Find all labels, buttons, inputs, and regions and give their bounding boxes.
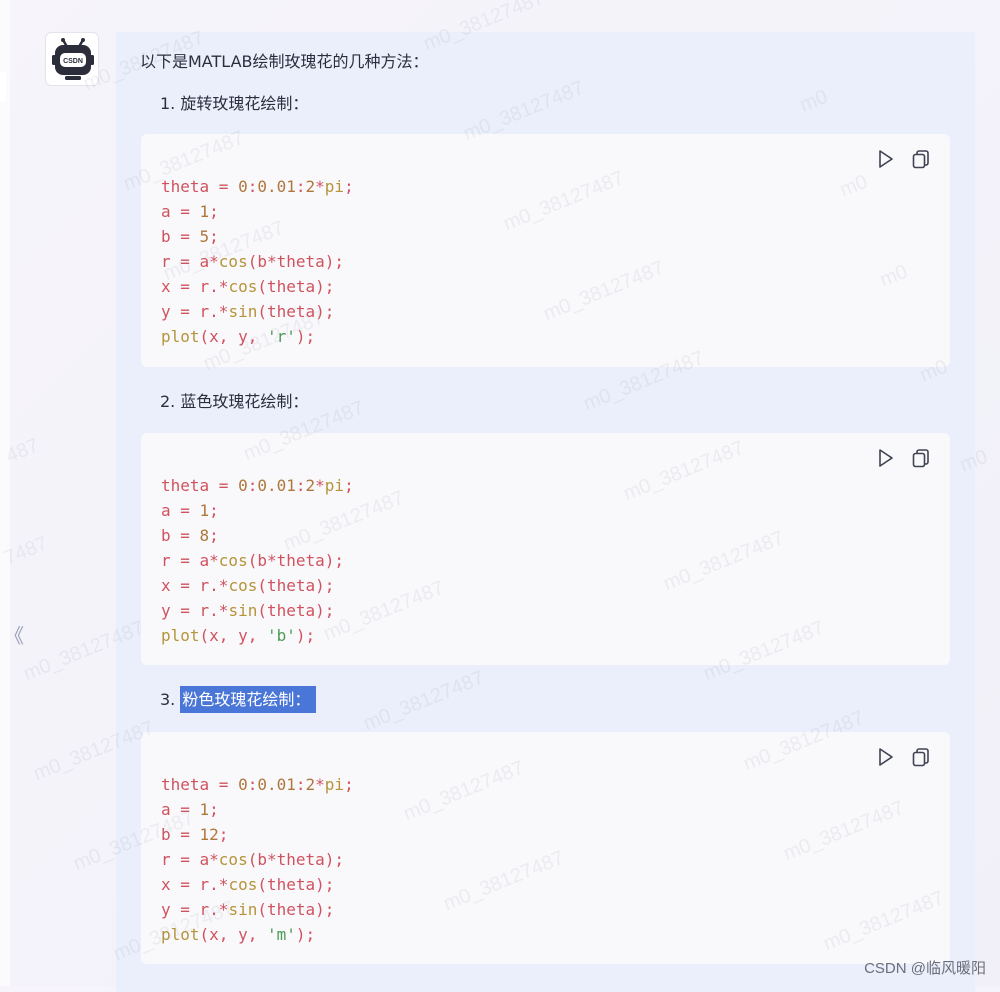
list-item-number: 2. — [160, 392, 181, 411]
sidebar-notch — [0, 72, 6, 102]
csdn-author-credit: CSDN @临风暖阳 — [864, 960, 986, 977]
list-item-number: 3. — [160, 690, 181, 709]
list-item-number: 1. — [160, 94, 181, 113]
copy-icon[interactable] — [910, 447, 932, 469]
code-content: theta = 0:0.01:2*pi; a = 1; b = 5; r = a… — [161, 177, 354, 346]
message-intro: 以下是MATLAB绘制玫瑰花的几种方法： — [140, 52, 429, 71]
play-icon[interactable] — [874, 148, 896, 170]
code-block-1: theta = 0:0.01:2*pi; a = 1; b = 5; r = a… — [141, 134, 950, 367]
copy-icon[interactable] — [910, 148, 932, 170]
code-block-3: theta = 0:0.01:2*pi; a = 1; b = 12; r = … — [141, 732, 950, 964]
left-sidebar-edge — [0, 0, 10, 986]
code-toolbar — [874, 746, 932, 768]
list-item-title-1: 1. 旋转玫瑰花绘制： — [160, 92, 308, 116]
list-item-label: 旋转玫瑰花绘制： — [180, 94, 309, 113]
avatar-logo-text: CSDN — [63, 58, 83, 65]
list-item-title-3: 3. 粉色玫瑰花绘制： — [160, 686, 317, 713]
list-item-label: 蓝色玫瑰花绘制： — [180, 392, 309, 411]
play-icon[interactable] — [874, 447, 896, 469]
assistant-message-bubble: 以下是MATLAB绘制玫瑰花的几种方法： 1. 旋转玫瑰花绘制： theta =… — [116, 32, 975, 992]
copy-icon[interactable] — [910, 746, 932, 768]
collapse-sidebar-icon[interactable]: 《 — [4, 620, 24, 649]
code-toolbar — [874, 148, 932, 170]
code-block-2: theta = 0:0.01:2*pi; a = 1; b = 8; r = a… — [141, 433, 950, 665]
code-toolbar — [874, 447, 932, 469]
code-content: theta = 0:0.01:2*pi; a = 1; b = 12; r = … — [161, 775, 354, 944]
list-item-title-2: 2. 蓝色玫瑰花绘制： — [160, 390, 308, 414]
play-icon[interactable] — [874, 746, 896, 768]
code-content: theta = 0:0.01:2*pi; a = 1; b = 8; r = a… — [161, 476, 354, 645]
selected-text-highlight[interactable]: 粉色玫瑰花绘制： — [180, 686, 317, 713]
assistant-avatar: CSDN — [45, 32, 99, 86]
csdn-robot-icon: CSDN — [52, 38, 94, 80]
